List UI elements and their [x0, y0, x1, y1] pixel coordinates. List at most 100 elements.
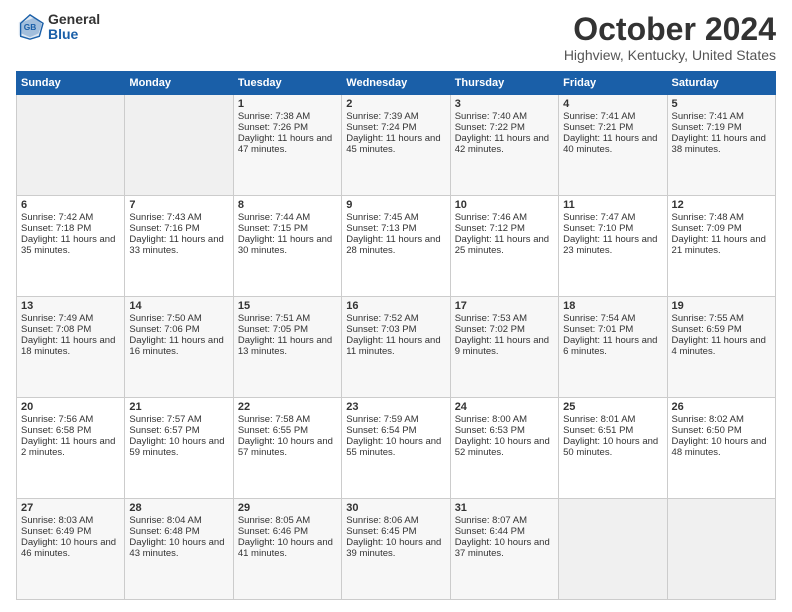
day-info: Sunset: 7:01 PM	[563, 324, 662, 335]
day-info: Sunset: 6:59 PM	[672, 324, 771, 335]
day-number: 15	[238, 300, 337, 312]
day-info: Sunset: 6:48 PM	[129, 526, 228, 537]
col-wednesday: Wednesday	[342, 72, 450, 95]
calendar-cell: 27Sunrise: 8:03 AMSunset: 6:49 PMDayligh…	[17, 499, 125, 600]
day-info: Sunrise: 7:59 AM	[346, 414, 445, 425]
calendar-week-3: 13Sunrise: 7:49 AMSunset: 7:08 PMDayligh…	[17, 297, 776, 398]
col-saturday: Saturday	[667, 72, 775, 95]
day-info: Sunrise: 7:53 AM	[455, 313, 554, 324]
day-info: Sunset: 7:13 PM	[346, 223, 445, 234]
day-number: 17	[455, 300, 554, 312]
day-info: Daylight: 11 hours and 40 minutes.	[563, 133, 662, 155]
calendar-week-1: 1Sunrise: 7:38 AMSunset: 7:26 PMDaylight…	[17, 95, 776, 196]
calendar-cell	[125, 95, 233, 196]
calendar-cell: 8Sunrise: 7:44 AMSunset: 7:15 PMDaylight…	[233, 196, 341, 297]
day-info: Daylight: 11 hours and 47 minutes.	[238, 133, 337, 155]
day-info: Daylight: 11 hours and 35 minutes.	[21, 234, 120, 256]
day-info: Daylight: 10 hours and 48 minutes.	[672, 436, 771, 458]
page: GB General Blue October 2024 Highview, K…	[0, 0, 792, 612]
day-info: Daylight: 11 hours and 16 minutes.	[129, 335, 228, 357]
calendar-cell: 18Sunrise: 7:54 AMSunset: 7:01 PMDayligh…	[559, 297, 667, 398]
calendar-cell: 4Sunrise: 7:41 AMSunset: 7:21 PMDaylight…	[559, 95, 667, 196]
logo-general-text: General	[48, 12, 100, 27]
day-info: Sunset: 7:22 PM	[455, 122, 554, 133]
day-info: Daylight: 11 hours and 28 minutes.	[346, 234, 445, 256]
day-info: Daylight: 11 hours and 4 minutes.	[672, 335, 771, 357]
day-info: Sunrise: 7:40 AM	[455, 111, 554, 122]
day-info: Sunset: 7:10 PM	[563, 223, 662, 234]
calendar-cell: 11Sunrise: 7:47 AMSunset: 7:10 PMDayligh…	[559, 196, 667, 297]
day-info: Sunrise: 7:51 AM	[238, 313, 337, 324]
day-info: Sunset: 7:26 PM	[238, 122, 337, 133]
day-info: Sunset: 6:58 PM	[21, 425, 120, 436]
day-info: Sunset: 7:09 PM	[672, 223, 771, 234]
day-info: Daylight: 11 hours and 21 minutes.	[672, 234, 771, 256]
day-number: 12	[672, 199, 771, 211]
day-number: 22	[238, 401, 337, 413]
calendar-cell	[559, 499, 667, 600]
day-number: 24	[455, 401, 554, 413]
day-info: Daylight: 10 hours and 57 minutes.	[238, 436, 337, 458]
calendar-cell: 15Sunrise: 7:51 AMSunset: 7:05 PMDayligh…	[233, 297, 341, 398]
calendar-cell: 5Sunrise: 7:41 AMSunset: 7:19 PMDaylight…	[667, 95, 775, 196]
day-number: 14	[129, 300, 228, 312]
logo-icon: GB	[16, 13, 44, 41]
day-info: Sunset: 7:16 PM	[129, 223, 228, 234]
day-number: 9	[346, 199, 445, 211]
day-info: Sunset: 6:50 PM	[672, 425, 771, 436]
day-info: Sunrise: 7:56 AM	[21, 414, 120, 425]
day-info: Sunset: 6:51 PM	[563, 425, 662, 436]
day-info: Sunset: 6:57 PM	[129, 425, 228, 436]
day-info: Daylight: 10 hours and 50 minutes.	[563, 436, 662, 458]
calendar-cell: 7Sunrise: 7:43 AMSunset: 7:16 PMDaylight…	[125, 196, 233, 297]
calendar-cell: 12Sunrise: 7:48 AMSunset: 7:09 PMDayligh…	[667, 196, 775, 297]
day-info: Daylight: 11 hours and 9 minutes.	[455, 335, 554, 357]
day-number: 27	[21, 502, 120, 514]
day-info: Daylight: 10 hours and 39 minutes.	[346, 537, 445, 559]
calendar-cell: 22Sunrise: 7:58 AMSunset: 6:55 PMDayligh…	[233, 398, 341, 499]
day-info: Daylight: 10 hours and 43 minutes.	[129, 537, 228, 559]
day-info: Daylight: 10 hours and 37 minutes.	[455, 537, 554, 559]
day-info: Sunrise: 7:55 AM	[672, 313, 771, 324]
calendar-cell	[667, 499, 775, 600]
calendar-header: Sunday Monday Tuesday Wednesday Thursday…	[17, 72, 776, 95]
day-info: Sunrise: 8:05 AM	[238, 515, 337, 526]
day-info: Sunset: 7:21 PM	[563, 122, 662, 133]
day-info: Sunset: 6:46 PM	[238, 526, 337, 537]
col-thursday: Thursday	[450, 72, 558, 95]
calendar-cell: 17Sunrise: 7:53 AMSunset: 7:02 PMDayligh…	[450, 297, 558, 398]
calendar-cell	[17, 95, 125, 196]
header: GB General Blue October 2024 Highview, K…	[16, 12, 776, 63]
day-number: 7	[129, 199, 228, 211]
day-info: Sunrise: 7:43 AM	[129, 212, 228, 223]
day-number: 18	[563, 300, 662, 312]
day-info: Sunset: 7:08 PM	[21, 324, 120, 335]
day-info: Sunrise: 8:01 AM	[563, 414, 662, 425]
calendar-cell: 1Sunrise: 7:38 AMSunset: 7:26 PMDaylight…	[233, 95, 341, 196]
calendar-week-5: 27Sunrise: 8:03 AMSunset: 6:49 PMDayligh…	[17, 499, 776, 600]
day-number: 19	[672, 300, 771, 312]
day-info: Sunrise: 7:44 AM	[238, 212, 337, 223]
day-number: 1	[238, 98, 337, 110]
day-info: Daylight: 10 hours and 52 minutes.	[455, 436, 554, 458]
col-tuesday: Tuesday	[233, 72, 341, 95]
day-info: Daylight: 10 hours and 59 minutes.	[129, 436, 228, 458]
calendar-cell: 6Sunrise: 7:42 AMSunset: 7:18 PMDaylight…	[17, 196, 125, 297]
calendar-cell: 24Sunrise: 8:00 AMSunset: 6:53 PMDayligh…	[450, 398, 558, 499]
calendar-cell: 29Sunrise: 8:05 AMSunset: 6:46 PMDayligh…	[233, 499, 341, 600]
calendar-cell: 25Sunrise: 8:01 AMSunset: 6:51 PMDayligh…	[559, 398, 667, 499]
calendar-cell: 13Sunrise: 7:49 AMSunset: 7:08 PMDayligh…	[17, 297, 125, 398]
day-info: Sunrise: 7:50 AM	[129, 313, 228, 324]
day-number: 28	[129, 502, 228, 514]
day-info: Sunrise: 7:57 AM	[129, 414, 228, 425]
calendar-cell: 14Sunrise: 7:50 AMSunset: 7:06 PMDayligh…	[125, 297, 233, 398]
day-number: 23	[346, 401, 445, 413]
day-info: Sunrise: 7:47 AM	[563, 212, 662, 223]
calendar-cell: 20Sunrise: 7:56 AMSunset: 6:58 PMDayligh…	[17, 398, 125, 499]
day-info: Sunset: 7:03 PM	[346, 324, 445, 335]
day-number: 26	[672, 401, 771, 413]
day-number: 8	[238, 199, 337, 211]
day-info: Sunrise: 7:54 AM	[563, 313, 662, 324]
col-monday: Monday	[125, 72, 233, 95]
day-number: 13	[21, 300, 120, 312]
